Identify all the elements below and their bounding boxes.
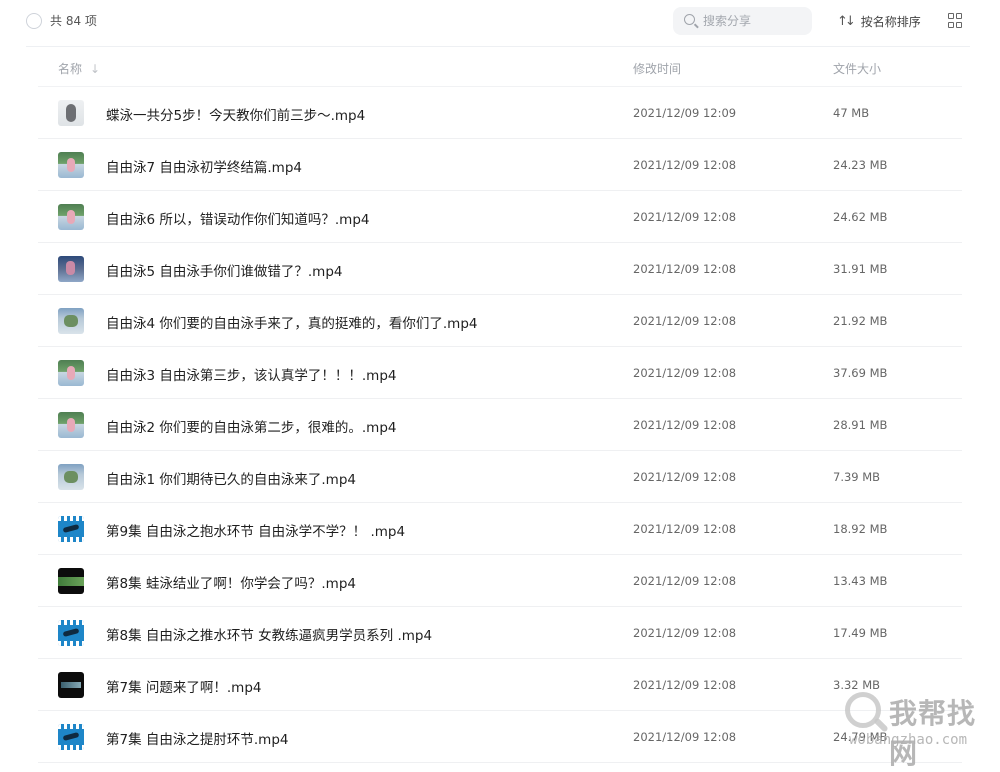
file-row[interactable]: 第9集 自由泳之抱水环节 自由泳学不学？！ .mp4 2021/12/09 12:… [38,503,962,555]
sort-down-icon: ↓ [90,62,101,76]
file-row[interactable]: 自由泳5 自由泳手你们谁做错了？.mp4 2021/12/09 12:08 31.9… [38,243,962,295]
file-size: 18.92 MB [833,522,888,536]
file-modified-time: 2021/12/09 12:08 [633,366,737,380]
column-header-size[interactable]: 文件大小 [833,60,881,77]
file-row[interactable]: 自由泳7 自由泳初学终结篇.mp4 2021/12/09 12:08 24.23 M… [38,139,962,191]
file-name[interactable]: 第9集 自由泳之抱水环节 自由泳学不学？！ .mp4 [106,520,405,540]
file-size: 13.43 MB [833,574,888,588]
file-modified-time: 2021/12/09 12:08 [633,262,737,276]
video-thumbnail [58,256,84,282]
file-size: 31.91 MB [833,262,888,276]
file-modified-time: 2021/12/09 12:08 [633,730,737,744]
file-row[interactable]: 自由泳2 你们要的自由泳第二步，很难的。.mp4 2021/12/09 12:08… [38,399,962,451]
file-name[interactable]: 自由泳6 所以，错误动作你们知道吗？.mp4 [106,208,369,228]
file-size: 7.39 MB [833,470,881,484]
sort-label: 按名称排序 [860,14,921,29]
file-name[interactable]: 蝶泳一共分5步！今天教你们前三步～.mp4 [106,104,365,124]
file-name[interactable]: 自由泳3 自由泳第三步，该认真学了！！！.mp4 [106,364,396,384]
file-modified-time: 2021/12/09 12:08 [633,314,737,328]
video-thumbnail [58,308,84,334]
file-name[interactable]: 自由泳5 自由泳手你们谁做错了？.mp4 [106,260,342,280]
file-modified-time: 2021/12/09 12:08 [633,158,737,172]
file-name[interactable]: 自由泳4 你们要的自由泳手来了，真的挺难的，看你们了.mp4 [106,312,477,332]
file-modified-time: 2021/12/09 12:08 [633,678,737,692]
video-thumbnail [58,100,84,126]
file-name[interactable]: 自由泳1 你们期待已久的自由泳来了.mp4 [106,468,356,488]
toolbar: 共 84 项 ↑↓ 按名称排序 [0,0,1000,46]
video-thumbnail [58,568,84,594]
file-modified-time: 2021/12/09 12:09 [633,106,737,120]
file-size: 24.79 MB [833,730,888,744]
file-size: 24.62 MB [833,210,888,224]
divider [26,46,970,47]
search-box[interactable] [673,7,812,35]
file-name[interactable]: 第7集 自由泳之提肘环节.mp4 [106,728,288,748]
file-size: 3.32 MB [833,678,881,692]
file-row[interactable]: 蝶泳一共分5步！今天教你们前三步～.mp4 2021/12/09 12:09 47 … [38,87,962,139]
file-row[interactable]: 第8集 自由泳之推水环节 女教练逼疯男学员系列 .mp4 2021/12/09 1… [38,607,962,659]
file-name[interactable]: 第8集 自由泳之推水环节 女教练逼疯男学员系列 .mp4 [106,624,432,644]
file-modified-time: 2021/12/09 12:08 [633,626,737,640]
file-name[interactable]: 自由泳2 你们要的自由泳第二步，很难的。.mp4 [106,416,396,436]
video-thumbnail [58,516,84,542]
sort-button[interactable]: ↑↓ 按名称排序 [837,10,921,32]
file-modified-time: 2021/12/09 12:08 [633,470,737,484]
file-row[interactable]: 自由泳1 你们期待已久的自由泳来了.mp4 2021/12/09 12:08 7.3… [38,451,962,503]
file-row[interactable]: 第8集 蛙泳结业了啊！你学会了吗？.mp4 2021/12/09 12:08 13.… [38,555,962,607]
file-size: 47 MB [833,106,870,120]
file-modified-time: 2021/12/09 12:08 [633,418,737,432]
file-modified-time: 2021/12/09 12:08 [633,574,737,588]
video-thumbnail [58,620,84,646]
file-modified-time: 2021/12/09 12:08 [633,210,737,224]
video-thumbnail [58,360,84,386]
video-thumbnail [58,464,84,490]
video-thumbnail [58,672,84,698]
file-modified-time: 2021/12/09 12:08 [633,522,737,536]
file-name[interactable]: 第7集 问题来了啊！.mp4 [106,676,261,696]
item-count: 共 84 项 [50,14,97,28]
file-size: 28.91 MB [833,418,888,432]
search-icon [684,14,695,25]
file-size: 37.69 MB [833,366,888,380]
file-name[interactable]: 第8集 蛙泳结业了啊！你学会了吗？.mp4 [106,572,356,592]
video-thumbnail [58,724,84,750]
video-thumbnail [58,152,84,178]
file-size: 21.92 MB [833,314,888,328]
column-header-time[interactable]: 修改时间 [633,60,681,77]
video-thumbnail [58,204,84,230]
select-all-checkbox[interactable] [26,13,42,29]
grid-view-icon[interactable] [948,13,963,28]
sort-arrows-icon: ↑↓ [837,13,856,29]
video-thumbnail [58,412,84,438]
file-list: 蝶泳一共分5步！今天教你们前三步～.mp4 2021/12/09 12:09 47 … [38,87,962,763]
file-row[interactable]: 自由泳4 你们要的自由泳手来了，真的挺难的，看你们了.mp4 2021/12/09… [38,295,962,347]
column-header-name[interactable]: 名称 ↓ [58,60,100,77]
file-size: 17.49 MB [833,626,888,640]
file-row[interactable]: 第7集 自由泳之提肘环节.mp4 2021/12/09 12:08 24.79 MB [38,711,962,763]
file-name[interactable]: 自由泳7 自由泳初学终结篇.mp4 [106,156,302,176]
file-size: 24.23 MB [833,158,888,172]
file-row[interactable]: 自由泳6 所以，错误动作你们知道吗？.mp4 2021/12/09 12:08 24… [38,191,962,243]
file-row[interactable]: 第7集 问题来了啊！.mp4 2021/12/09 12:08 3.32 MB [38,659,962,711]
search-input[interactable] [703,11,803,31]
file-row[interactable]: 自由泳3 自由泳第三步，该认真学了！！！.mp4 2021/12/09 12:08… [38,347,962,399]
